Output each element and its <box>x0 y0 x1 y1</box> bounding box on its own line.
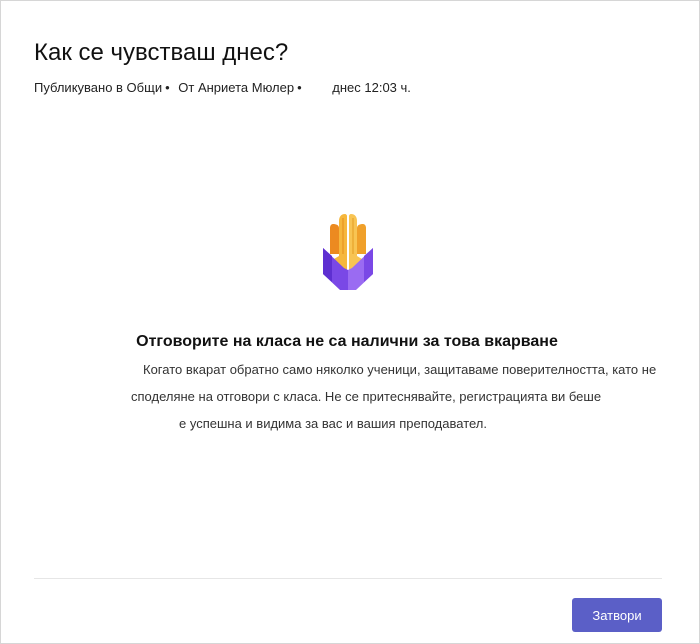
privacy-message-line: е успешна и видима за вас и вашия препод… <box>179 416 488 431</box>
praying-hands-icon <box>317 204 379 294</box>
posted-in-text: Публикувано в Общи <box>34 80 163 95</box>
footer-divider <box>34 578 662 579</box>
meta-separator: • <box>165 80 170 95</box>
post-time: днес 12:03 ч. <box>332 80 411 95</box>
meta-separator: • <box>297 80 302 95</box>
close-button[interactable]: Затвори <box>572 598 662 632</box>
privacy-message-line: Когато вкарат обратно само няколко учени… <box>143 362 657 377</box>
post-meta: Публикувано в Общи • От Анриета Мюлер • дн… <box>34 80 411 95</box>
author-text: От Анриета Мюлер <box>178 80 295 95</box>
dialog-title: Как се чувстваш днес? <box>34 39 289 66</box>
privacy-message-line: споделяне на отговори с класа. Не се при… <box>131 389 602 404</box>
check-in-dialog: Как се чувстваш днес? Публикувано в Общи… <box>0 0 700 644</box>
unavailable-heading: Отговорите на класа не са налични за тов… <box>136 333 558 350</box>
